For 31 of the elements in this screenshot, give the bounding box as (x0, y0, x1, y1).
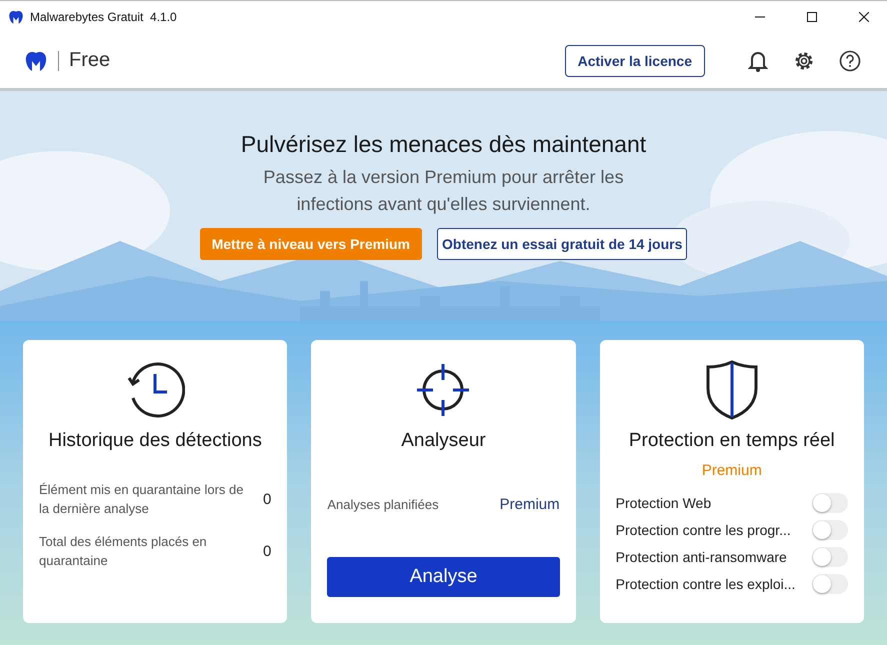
card-title: Historique des détections (48, 430, 262, 452)
protection-label: Protection contre les progr... (616, 522, 791, 538)
activate-license-button[interactable]: Activer la licence (564, 44, 705, 76)
edition-label: Free (69, 49, 112, 72)
stat-value: 0 (262, 490, 272, 508)
close-icon[interactable] (859, 12, 869, 22)
scan-button[interactable]: Analyse (327, 557, 560, 597)
banner-subtitle: Passez à la version Premium pour arrêter les infections avant qu'elles surviennent. (262, 166, 625, 216)
toggle-switch[interactable] (812, 547, 848, 567)
window-title: Malwarebytes Gratuit 4.1.0 (30, 10, 178, 24)
free-trial-button[interactable]: Obtenez un essai gratuit de 14 jours (437, 228, 688, 260)
shield-icon (704, 360, 759, 420)
app-logo-icon (8, 9, 24, 25)
banner-title: Pulvérisez les menaces dès maintenant (240, 131, 646, 158)
premium-label: Premium (702, 462, 762, 479)
stat-label: Élément mis en quarantaine lors de la dernière analyse (39, 481, 245, 518)
maximize-icon[interactable] (807, 12, 817, 22)
history-clock-icon (125, 360, 186, 420)
protection-label: Protection anti-ransomware (616, 549, 787, 565)
protection-label: Protection Web (616, 495, 712, 511)
stat-value: 0 (262, 542, 272, 560)
stat-label: Total des éléments placés en quarantaine (39, 533, 208, 570)
toggle-switch[interactable] (812, 574, 848, 594)
toggle-switch[interactable] (812, 520, 848, 540)
scheduled-scans-label: Analyses planifiées (327, 497, 439, 512)
protection-label: Protection contre les exploi... (616, 576, 796, 592)
toggle-switch[interactable] (812, 493, 848, 513)
help-button[interactable] (837, 48, 863, 74)
card-title: Analyseur (401, 430, 486, 452)
card-title: Protection en temps réel (628, 430, 835, 452)
premium-link[interactable]: Premium (500, 496, 560, 513)
